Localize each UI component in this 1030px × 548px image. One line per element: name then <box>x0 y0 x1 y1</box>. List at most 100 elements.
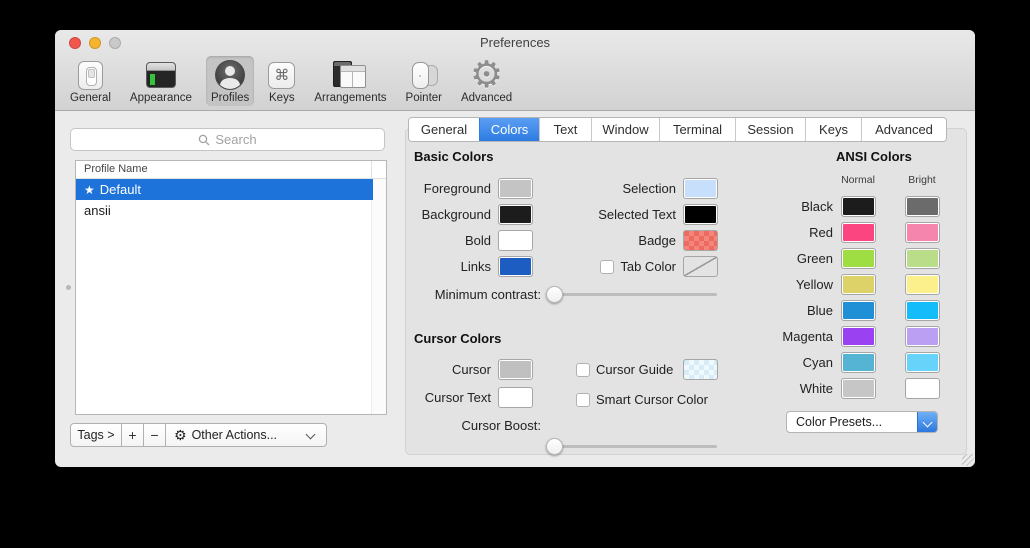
tags-button[interactable]: Tags > <box>70 423 122 447</box>
toolbar-item-profiles[interactable]: Profiles <box>206 56 254 106</box>
remove-profile-button[interactable]: − <box>143 423 166 447</box>
chevron-down-icon <box>306 430 316 440</box>
colors-panel: Basic Colors Foreground Background Bold … <box>405 128 967 455</box>
normal-column-header: Normal <box>833 174 883 186</box>
links-label: Links <box>406 256 491 277</box>
star-icon: ★ <box>84 183 95 197</box>
ansi-cyan-label: Cyan <box>736 352 833 373</box>
ansi-yellow-label: Yellow <box>736 274 833 295</box>
tab-color-well[interactable] <box>683 256 718 277</box>
ansi-white-bright-well[interactable] <box>905 378 940 399</box>
profile-tabs: General Colors Text Window Terminal Sess… <box>408 117 947 142</box>
search-placeholder: Search <box>215 132 256 147</box>
resize-grip[interactable] <box>962 454 974 466</box>
profile-list-actions: Tags > + − ⚙ Other Actions... <box>70 423 327 447</box>
ansi-black-normal-well[interactable] <box>841 196 876 217</box>
arrangements-icon <box>333 59 368 91</box>
ansi-red-bright-well[interactable] <box>905 222 940 243</box>
smart-cursor-label: Smart Cursor Color <box>596 392 708 407</box>
ansi-black-bright-well[interactable] <box>905 196 940 217</box>
cursor-guide-row: Cursor Guide <box>576 359 673 380</box>
ansi-yellow-bright-well[interactable] <box>905 274 940 295</box>
ansi-blue-label: Blue <box>736 300 833 321</box>
tab-terminal[interactable]: Terminal <box>659 118 735 141</box>
toolbar-item-general[interactable]: General <box>65 56 116 106</box>
cursor-text-label: Cursor Text <box>406 387 491 408</box>
ansi-blue-bright-well[interactable] <box>905 300 940 321</box>
profile-row-default[interactable]: ★Default <box>76 179 373 200</box>
ansi-red-normal-well[interactable] <box>841 222 876 243</box>
profile-list: Profile Name ★Default ansii <box>75 160 387 415</box>
general-icon <box>78 59 103 91</box>
add-profile-button[interactable]: + <box>121 423 144 447</box>
ansi-cyan-bright-well[interactable] <box>905 352 940 373</box>
bright-column-header: Bright <box>897 174 947 186</box>
ansi-cyan-normal-well[interactable] <box>841 352 876 373</box>
profile-row-ansii[interactable]: ansii <box>76 200 386 221</box>
column-divider <box>371 161 372 178</box>
splitter-handle[interactable] <box>66 285 71 290</box>
ansi-white-label: White <box>736 378 833 399</box>
basic-colors-heading: Basic Colors <box>414 149 493 164</box>
cursor-boost-label: Cursor Boost: <box>406 415 541 436</box>
advanced-gear-icon: ⚙ <box>470 59 503 91</box>
chevron-down-icon <box>923 418 933 428</box>
cursor-text-color-well[interactable] <box>498 387 533 408</box>
toolbar-item-advanced[interactable]: ⚙ Advanced <box>456 56 517 106</box>
cursor-guide-color-well[interactable] <box>683 359 718 380</box>
tab-general[interactable]: General <box>409 118 479 141</box>
toolbar-item-pointer[interactable]: Pointer <box>401 56 447 106</box>
tab-session[interactable]: Session <box>735 118 805 141</box>
search-input[interactable]: Search <box>70 128 385 151</box>
toolbar-item-appearance[interactable]: Appearance <box>125 56 197 106</box>
cursor-guide-checkbox[interactable] <box>576 363 590 377</box>
slider-track <box>554 293 717 296</box>
keys-icon: ⌘ <box>268 59 295 91</box>
tab-colors[interactable]: Colors <box>479 118 539 141</box>
ansi-green-label: Green <box>736 248 833 269</box>
ansi-magenta-label: Magenta <box>736 326 833 347</box>
badge-label: Badge <box>526 230 676 251</box>
ansi-colors-heading: ANSI Colors <box>836 149 912 164</box>
window-title: Preferences <box>55 30 975 55</box>
slider-knob[interactable] <box>546 286 563 303</box>
list-scrollbar[interactable] <box>371 161 386 414</box>
profiles-icon <box>215 59 245 91</box>
color-presets-dropdown[interactable]: Color Presets... <box>786 411 938 433</box>
cursor-color-well[interactable] <box>498 359 533 380</box>
toolbar: General Appearance Profiles ⌘ Keys Arran… <box>65 56 517 106</box>
profile-list-header[interactable]: Profile Name <box>76 161 386 179</box>
cursor-label: Cursor <box>406 359 491 380</box>
window-header: Preferences General Appearance Profiles … <box>55 30 975 111</box>
smart-cursor-checkbox[interactable] <box>576 393 590 407</box>
ansi-magenta-bright-well[interactable] <box>905 326 940 347</box>
tab-color-checkbox[interactable] <box>600 260 614 274</box>
ansi-green-normal-well[interactable] <box>841 248 876 269</box>
cursor-boost-slider[interactable] <box>546 436 717 457</box>
tab-color-label: Tab Color <box>620 259 676 274</box>
slider-knob[interactable] <box>546 438 563 455</box>
background-label: Background <box>406 204 491 225</box>
cursor-guide-label: Cursor Guide <box>596 362 673 377</box>
ansi-magenta-normal-well[interactable] <box>841 326 876 347</box>
toolbar-item-keys[interactable]: ⌘ Keys <box>263 56 300 106</box>
selected-text-label: Selected Text <box>526 204 676 225</box>
ansi-white-normal-well[interactable] <box>841 378 876 399</box>
ansi-black-label: Black <box>736 196 833 217</box>
tab-advanced[interactable]: Advanced <box>861 118 946 141</box>
tab-text[interactable]: Text <box>539 118 591 141</box>
selected-text-color-well[interactable] <box>683 204 718 225</box>
other-actions-dropdown[interactable]: ⚙ Other Actions... <box>165 423 327 447</box>
ansi-blue-normal-well[interactable] <box>841 300 876 321</box>
toolbar-item-arrangements[interactable]: Arrangements <box>309 56 391 106</box>
selection-color-well[interactable] <box>683 178 718 199</box>
tab-window[interactable]: Window <box>591 118 659 141</box>
ansi-green-bright-well[interactable] <box>905 248 940 269</box>
titlebar[interactable]: Preferences <box>55 30 975 55</box>
minimum-contrast-slider[interactable] <box>546 284 717 305</box>
badge-color-well[interactable] <box>683 230 718 251</box>
tab-keys[interactable]: Keys <box>805 118 861 141</box>
dropdown-arrow-cap <box>917 412 937 432</box>
ansi-yellow-normal-well[interactable] <box>841 274 876 295</box>
bold-label: Bold <box>406 230 491 251</box>
